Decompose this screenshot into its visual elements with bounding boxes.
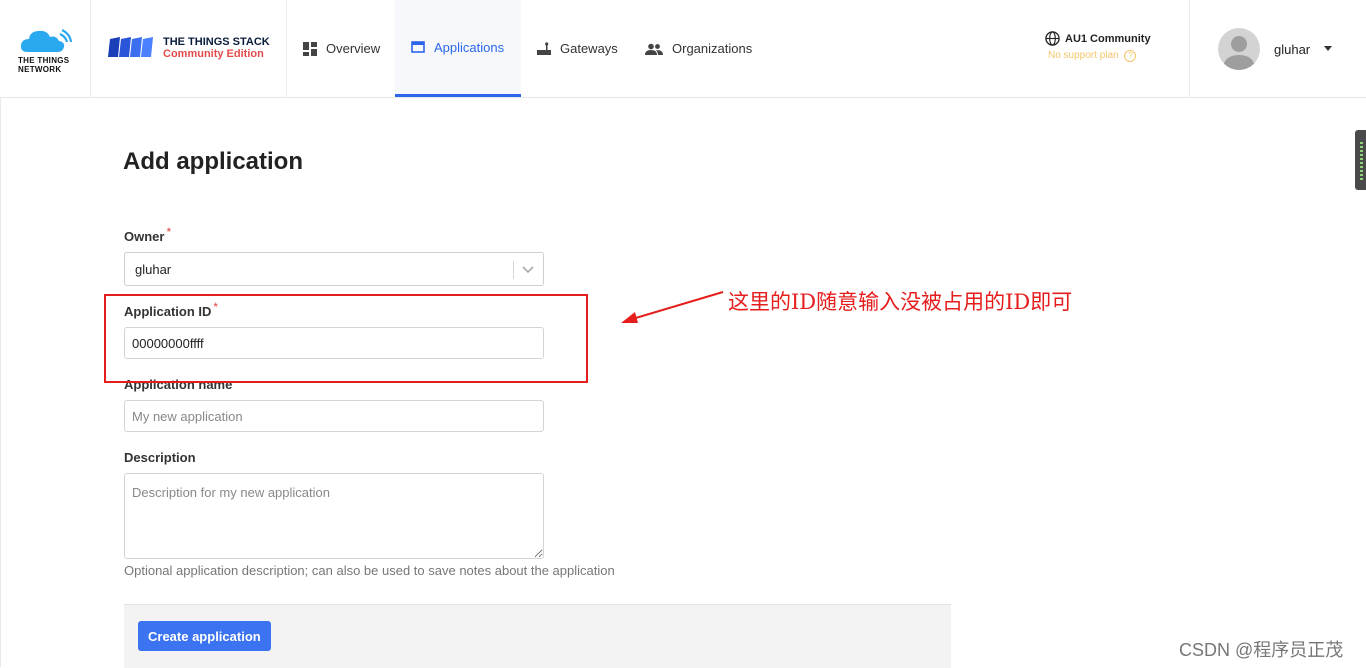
top-header: THE THINGS NETWORK THE THINGS STACK Comm…	[0, 0, 1366, 98]
annotation-highlight-box	[104, 294, 588, 383]
ttn-logo[interactable]: THE THINGS NETWORK	[14, 22, 78, 74]
nav-organizations[interactable]: Organizations	[631, 0, 771, 97]
support-plan[interactable]: No support plan ?	[1048, 50, 1137, 62]
nav-gateways-label: Gateways	[560, 41, 618, 56]
annotation-text: 这里的ID随意输入没被占用的ID即可	[728, 290, 1073, 314]
watermark: CSDN @程序员正茂	[1179, 640, 1344, 660]
chevron-down-icon[interactable]	[522, 263, 534, 275]
stack-edition: Community Edition	[163, 48, 264, 60]
divider	[90, 0, 91, 97]
nav-gateways[interactable]: Gateways	[521, 0, 631, 97]
dashboard-icon	[303, 41, 317, 56]
owner-label: Owner *	[124, 225, 171, 244]
support-plan-label: No support plan	[1048, 50, 1119, 61]
avatar-icon	[1223, 36, 1255, 70]
application-icon	[411, 41, 425, 53]
owner-select[interactable]: gluhar	[124, 252, 544, 286]
ttn-logo-line1: THE THINGS	[18, 56, 70, 65]
description-help: Optional application description; can al…	[124, 563, 615, 578]
region-name: AU1 Community	[1065, 33, 1151, 45]
page-title: Add application	[123, 148, 303, 175]
tts-logo[interactable]: THE THINGS STACK Community Edition	[108, 33, 278, 63]
globe-icon	[1045, 31, 1060, 46]
help-icon: ?	[1124, 50, 1137, 62]
ttn-logo-line2: NETWORK	[18, 65, 62, 74]
description-label: Description	[124, 450, 196, 465]
owner-label-text: Owner	[124, 229, 165, 244]
stack-logo-icon	[108, 37, 153, 57]
owner-value: gluhar	[135, 262, 172, 277]
cloud-icon	[20, 29, 73, 52]
divider	[513, 261, 514, 279]
divider	[1189, 0, 1190, 97]
nav-applications[interactable]: Applications	[395, 0, 521, 97]
application-name-input[interactable]	[124, 400, 544, 432]
nav-organizations-label: Organizations	[672, 41, 753, 56]
page-border	[0, 97, 1, 667]
username[interactable]: gluhar	[1274, 42, 1310, 57]
caret-down-icon[interactable]	[1324, 46, 1332, 51]
stack-title: THE THINGS STACK	[163, 36, 270, 48]
required-mark: *	[166, 225, 172, 239]
nav-applications-label: Applications	[434, 39, 505, 55]
nav-overview[interactable]: Overview	[287, 0, 395, 97]
scrollbar-thumb[interactable]	[1355, 130, 1366, 190]
nav-overview-label: Overview	[326, 41, 381, 56]
annotation-arrow-icon	[621, 291, 724, 323]
create-application-button[interactable]: Create application	[138, 621, 271, 651]
region-selector[interactable]: AU1 Community No support plan ?	[1045, 31, 1175, 71]
avatar[interactable]	[1218, 28, 1260, 70]
submit-bar: Create application	[124, 604, 951, 668]
organization-icon	[645, 43, 663, 55]
gateway-icon	[537, 41, 551, 56]
description-textarea[interactable]	[124, 473, 544, 559]
